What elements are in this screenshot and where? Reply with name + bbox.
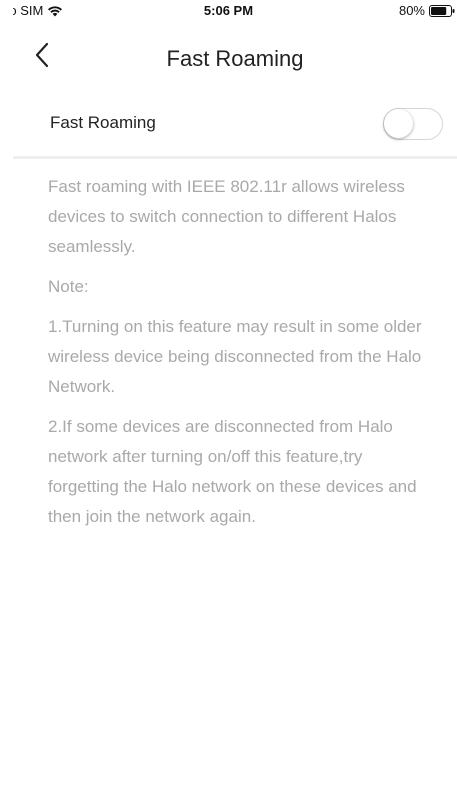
description-intro: Fast roaming with IEEE 802.11r allows wi…	[48, 177, 405, 256]
page-title: Fast Roaming	[166, 46, 304, 71]
battery-percent: 80%	[398, 3, 425, 18]
fast-roaming-screen: No SIM 5:06 PM 80%	[13, 0, 457, 809]
fast-roaming-toggle[interactable]	[383, 108, 443, 140]
battery-fill	[431, 6, 447, 15]
note-heading: Note:	[48, 277, 89, 296]
battery-icon	[429, 4, 455, 17]
note-item-1: 1.Turning on this feature may result in …	[48, 317, 422, 396]
status-time: 5:06 PM	[203, 3, 254, 18]
left-edge-strip	[0, 0, 14, 809]
description-block: Fast roaming with IEEE 802.11r allows wi…	[48, 172, 423, 542]
status-bar: No SIM 5:06 PM 80%	[13, 0, 457, 20]
fast-roaming-setting-row: Fast Roaming	[13, 100, 457, 159]
status-right: 80%	[399, 3, 455, 18]
fast-roaming-label: Fast Roaming	[50, 113, 156, 132]
note-item-2: 2.If some devices are disconnected from …	[48, 417, 417, 526]
nav-bar: Fast Roaming	[13, 20, 457, 100]
toggle-knob	[384, 109, 413, 138]
